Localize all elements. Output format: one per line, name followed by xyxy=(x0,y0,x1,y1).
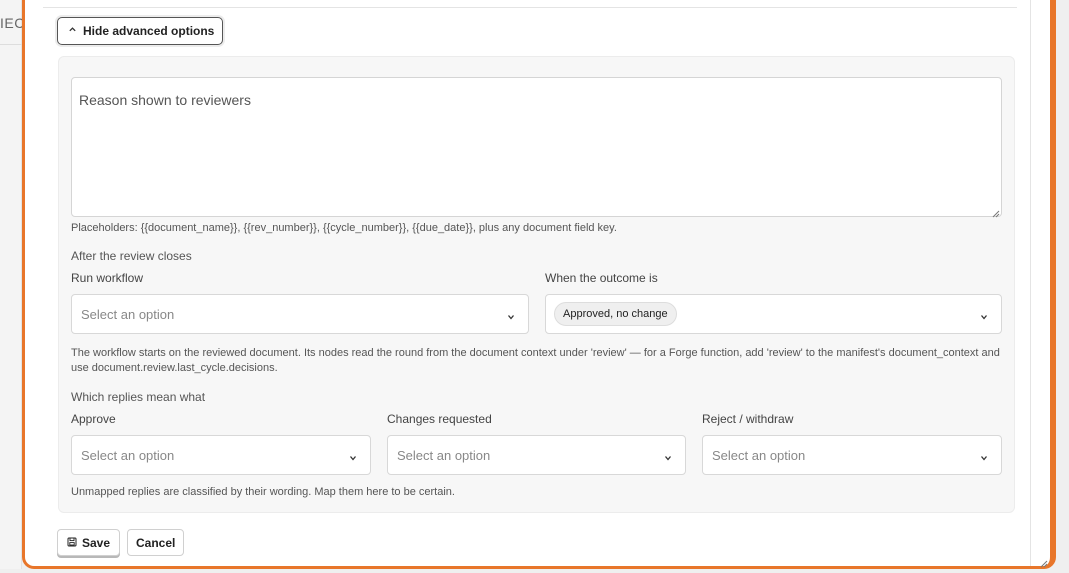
save-icon xyxy=(67,536,77,550)
chevron-up-icon xyxy=(68,25,77,37)
chevron-down-icon xyxy=(979,450,989,461)
outcome-select[interactable]: Approved, no change xyxy=(545,294,1002,334)
outcome-selected-chip[interactable]: Approved, no change xyxy=(554,302,677,326)
background-divider xyxy=(0,44,22,45)
review-reason-textarea[interactable] xyxy=(71,77,1002,217)
unmapped-help-text: Unmapped replies are classified by their… xyxy=(71,486,455,498)
background-page: IEC xyxy=(0,0,24,569)
resize-grip-icon[interactable] xyxy=(1038,555,1048,568)
changes-requested-select[interactable]: Select an option xyxy=(387,435,686,475)
chevron-down-icon xyxy=(348,450,358,461)
save-label: Save xyxy=(82,535,111,550)
chevron-down-icon xyxy=(506,309,516,320)
replies-heading: Which replies mean what xyxy=(71,390,206,404)
workflow-help-text: The workflow starts on the reviewed docu… xyxy=(71,347,1000,374)
reject-withdraw-label: Reject / withdraw xyxy=(702,412,794,426)
reject-withdraw-placeholder: Select an option xyxy=(712,447,806,463)
approve-placeholder: Select an option xyxy=(81,447,175,463)
top-divider xyxy=(43,7,1017,8)
run-workflow-select[interactable]: Select an option xyxy=(71,294,529,334)
chevron-down-icon xyxy=(979,309,989,320)
placeholders-help-text: Placeholders: {{document_name}}, {{rev_n… xyxy=(71,222,617,234)
changes-requested-placeholder: Select an option xyxy=(397,447,491,463)
approve-select[interactable]: Select an option xyxy=(71,435,371,475)
run-workflow-label: Run workflow xyxy=(71,271,144,285)
save-button[interactable]: Save xyxy=(57,529,121,556)
content-right-border xyxy=(1030,0,1031,566)
run-workflow-placeholder: Select an option xyxy=(81,306,175,322)
hide-advanced-options-label: Hide advanced options xyxy=(83,24,215,38)
after-review-heading: After the review closes xyxy=(71,249,192,263)
hide-advanced-options-button[interactable]: Hide advanced options xyxy=(57,17,224,45)
changes-requested-label: Changes requested xyxy=(387,412,492,426)
cancel-button[interactable]: Cancel xyxy=(127,529,185,556)
advanced-options-section: Placeholders: {{document_name}}, {{rev_n… xyxy=(58,56,1015,513)
outcome-label: When the outcome is xyxy=(545,271,658,285)
resize-grip-icon[interactable] xyxy=(990,205,1000,218)
reject-withdraw-select[interactable]: Select an option xyxy=(702,435,1002,475)
panel-content: Hide advanced options Placeholders: {{do… xyxy=(43,0,1031,566)
approve-label: Approve xyxy=(71,412,116,426)
chevron-down-icon xyxy=(663,450,673,461)
edit-panel: Hide advanced options Placeholders: {{do… xyxy=(22,0,1056,569)
